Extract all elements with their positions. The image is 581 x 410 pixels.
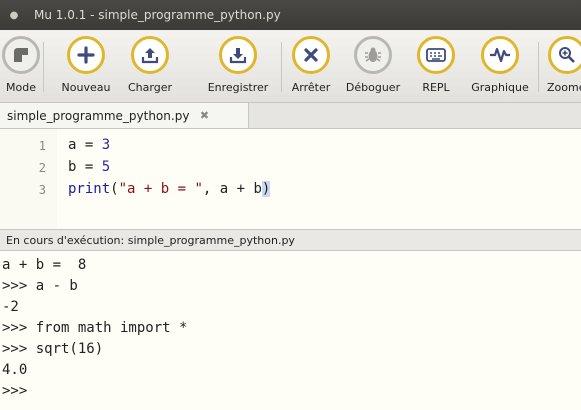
toolbar: Mode Nouveau Charger Enregistrer Arrêter… <box>0 30 581 103</box>
load-button[interactable]: Charger <box>128 36 172 98</box>
debug-button[interactable]: Déboguer <box>346 36 400 98</box>
zoom-in-icon <box>548 36 581 74</box>
code-text: b = 5 <box>68 159 111 175</box>
stop-label: Arrêter <box>291 81 331 94</box>
save-label: Enregistrer <box>207 81 269 94</box>
toolbar-separator <box>43 42 44 92</box>
console-line: >>> sqrt(16) <box>2 341 104 357</box>
plotter-label: Graphique <box>471 81 529 94</box>
load-label: Charger <box>128 81 172 94</box>
code-text: a = 3 <box>68 137 111 153</box>
console-line: a + b = 8 <box>2 257 87 273</box>
code-line: 2 b = 5 <box>0 159 581 179</box>
download-icon <box>219 36 257 74</box>
tab-simple-programme-python[interactable]: simple_programme_python.py ✖ <box>0 103 249 128</box>
tab-label: simple_programme_python.py <box>7 108 190 123</box>
code-text: print("a + b = ", a + b) <box>68 181 271 197</box>
repl-label: REPL <box>422 81 450 94</box>
toolbar-separator <box>538 42 539 92</box>
close-icon <box>292 36 330 74</box>
tab-bar: simple_programme_python.py ✖ <box>0 103 581 129</box>
new-label: Nouveau <box>61 81 111 94</box>
window-close-icon[interactable]: ● <box>8 9 20 21</box>
tab-close-icon[interactable]: ✖ <box>197 109 211 123</box>
upload-icon <box>131 36 169 74</box>
console-line: 4.0 <box>2 362 28 378</box>
line-number: 1 <box>38 139 46 153</box>
repl-console[interactable]: a + b = 8 >>> a - b -2 >>> from math imp… <box>0 251 581 410</box>
console-line: >>> from math import * <box>2 320 188 336</box>
plus-icon <box>67 36 105 74</box>
title-bar: ● Mu 1.0.1 - simple_programme_python.py <box>0 0 581 30</box>
save-button[interactable]: Enregistrer <box>208 36 268 98</box>
pulse-icon <box>481 36 519 74</box>
zoom-in-label: Zoomer <box>547 81 581 94</box>
plotter-button[interactable]: Graphique <box>471 36 529 98</box>
bug-icon <box>354 36 392 74</box>
debug-label: Déboguer <box>345 81 401 94</box>
mode-icon <box>2 36 40 74</box>
keyboard-icon <box>417 36 455 74</box>
run-status-bar: En cours d'exécution: simple_programme_p… <box>0 230 581 251</box>
zoom-in-button[interactable]: Zoomer <box>547 36 581 98</box>
mode-button[interactable]: Mode <box>2 36 40 98</box>
mode-label: Mode <box>6 81 36 94</box>
stop-button[interactable]: Arrêter <box>291 36 331 98</box>
new-button[interactable]: Nouveau <box>62 36 110 98</box>
console-prompt[interactable]: >>> <box>2 383 36 403</box>
repl-button[interactable]: REPL <box>417 36 455 98</box>
code-editor[interactable]: 1 a = 3 2 b = 5 3 print("a + b = ", a + … <box>0 129 581 230</box>
console-line: >>> a - b <box>2 278 78 294</box>
toolbar-separator <box>281 42 282 92</box>
window-title: Mu 1.0.1 - simple_programme_python.py <box>34 8 281 22</box>
line-number: 3 <box>38 183 46 197</box>
code-line: 3 print("a + b = ", a + b) <box>0 181 581 201</box>
run-status-text: En cours d'exécution: simple_programme_p… <box>6 233 295 247</box>
console-line: -2 <box>2 299 19 315</box>
line-number: 2 <box>38 161 46 175</box>
code-line: 1 a = 3 <box>0 137 581 157</box>
